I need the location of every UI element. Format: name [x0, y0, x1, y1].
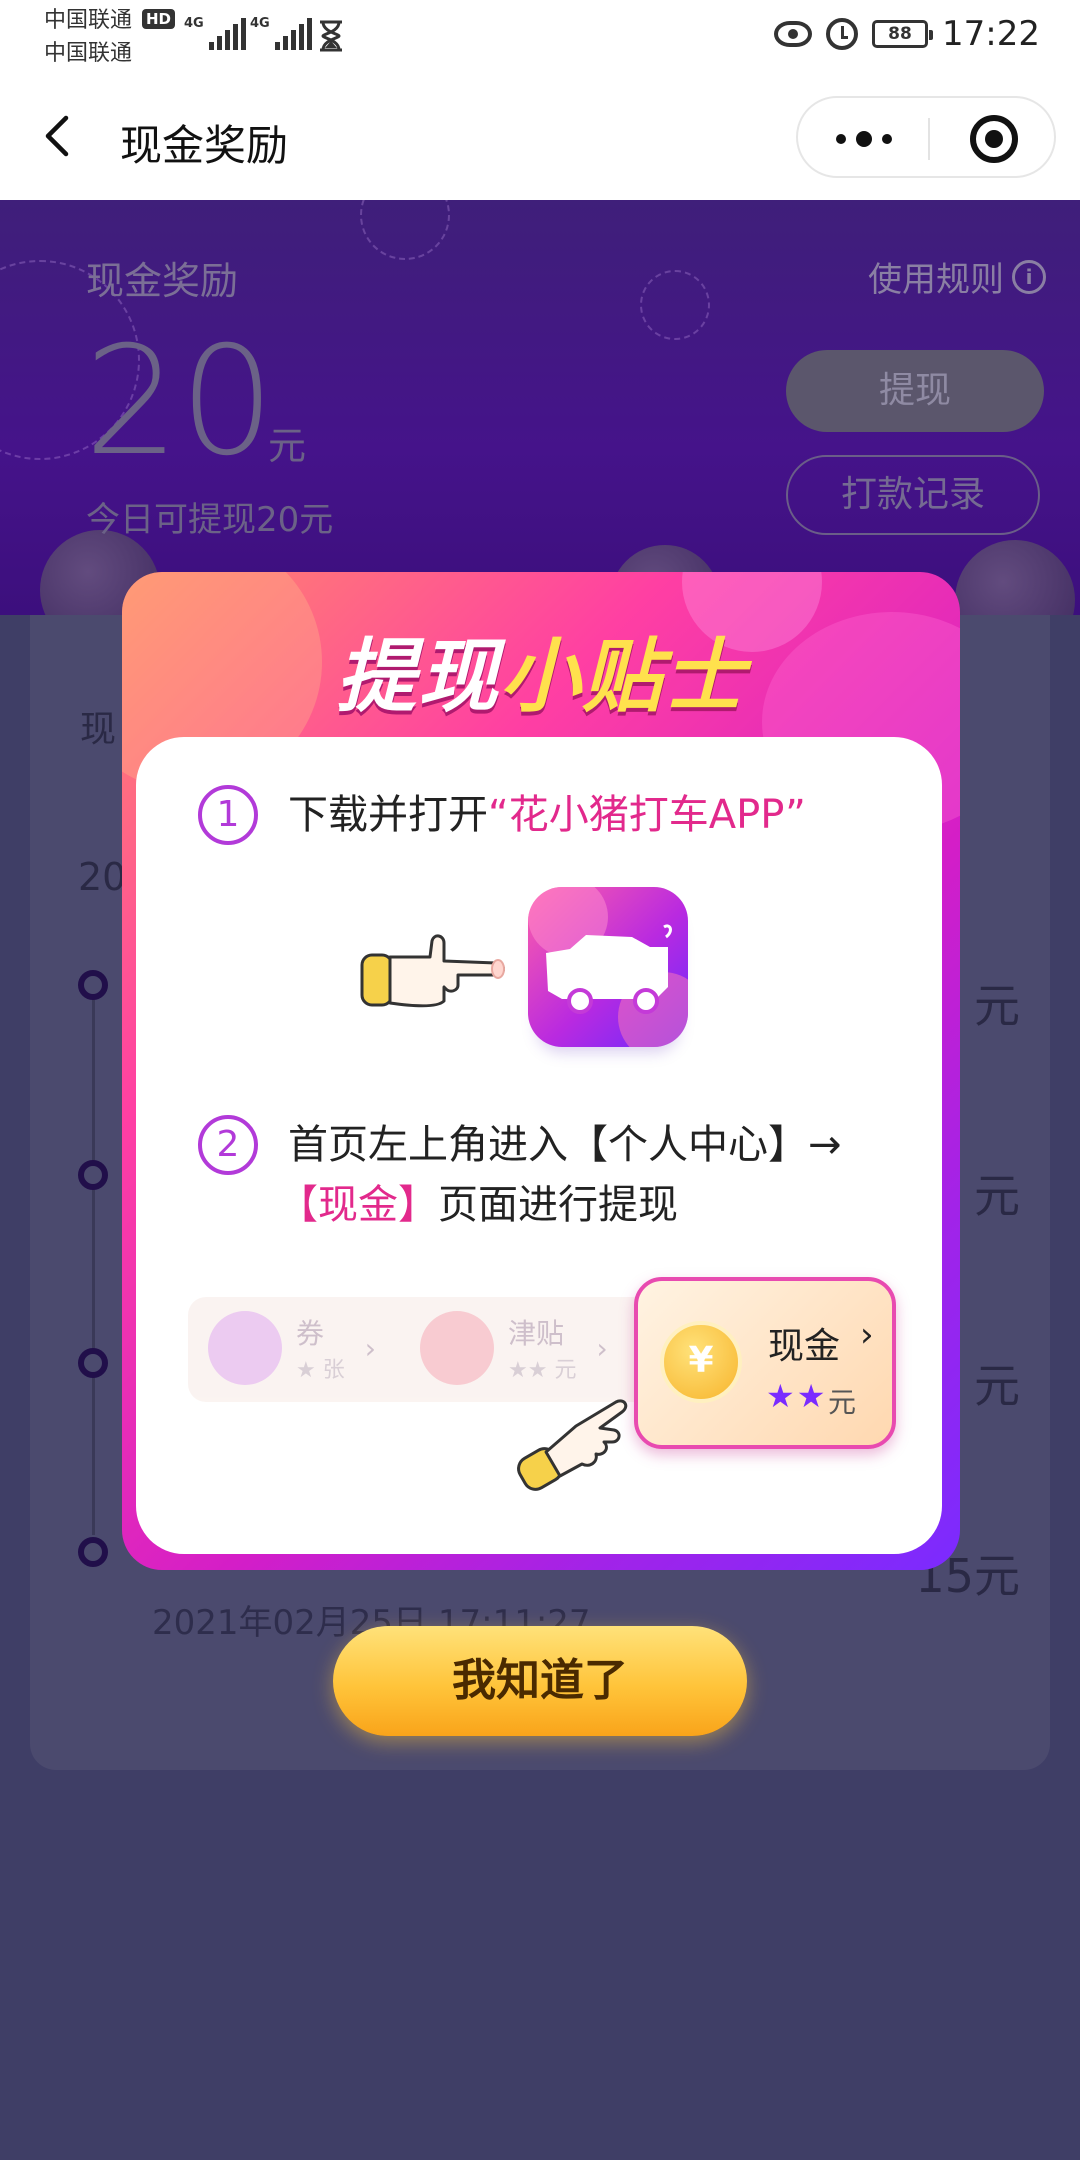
- example-allowance-item: 津贴 ★★ 元 ›: [420, 1311, 608, 1385]
- step2-cash-highlight: 【现金】: [278, 1182, 438, 1228]
- chevron-right-icon: ›: [364, 1331, 376, 1365]
- pointing-hand-icon: [360, 934, 505, 1008]
- info-icon: i: [1012, 259, 1046, 294]
- timeline-dot: [78, 1537, 108, 1567]
- signal-icon: 4G: [184, 16, 246, 50]
- hd-badge: HD: [142, 9, 176, 29]
- step1-label: 下载并打开: [288, 792, 488, 838]
- record-value: 元: [974, 1359, 1020, 1413]
- reward-label: 现金奖励: [86, 259, 239, 303]
- timeline-dot: [78, 970, 108, 1000]
- withdraw-button[interactable]: 提现: [786, 350, 1044, 432]
- cash-card-stars: ★★: [766, 1377, 828, 1415]
- today-withdrawable: 今日可提现20元: [86, 500, 334, 540]
- coupon-icon: [208, 1311, 282, 1385]
- signal-icon: 4G: [250, 16, 312, 50]
- record-value: 元: [974, 979, 1020, 1033]
- example-item-label: 津贴: [508, 1317, 565, 1350]
- step2-line1: 首页左上角进入【个人中心】→: [288, 1122, 842, 1168]
- card-tab: 现: [80, 709, 117, 750]
- modal-title-part1: 提现: [336, 630, 500, 723]
- payment-records-button[interactable]: 打款记录: [786, 455, 1040, 535]
- huaxiaozhu-app-icon: [528, 887, 688, 1047]
- got-it-button[interactable]: 我知道了: [333, 1626, 747, 1736]
- status-bar: 中国联通 中国联通 HD 4G 4G 88 17:22: [0, 0, 1080, 72]
- rules-link-label: 使用规则: [868, 260, 1004, 300]
- rules-link[interactable]: 使用规则 i: [868, 252, 1046, 301]
- timeline-dot: [78, 1160, 108, 1190]
- alarm-icon: [826, 18, 859, 50]
- reward-header: 现金奖励 使用规则 i 20 元 今日可提现20元 提现 打款记录: [0, 200, 1080, 615]
- example-cash-card: ¥ 现金 › ★★ 元: [634, 1277, 896, 1449]
- carrier-label: 中国联通: [44, 41, 133, 66]
- tapping-hand-icon: [517, 1399, 628, 1491]
- miniprogram-capsule: [796, 96, 1056, 178]
- step1-app-name: “花小猪打车APP”: [488, 792, 806, 838]
- carrier-label: 中国联通: [44, 8, 133, 33]
- modal-content: 1 下载并打开“花小猪打车APP” 2 首页左上角进入【个人中心】→ 【现金】页…: [136, 737, 942, 1554]
- capsule-divider: [928, 118, 930, 160]
- chevron-right-icon: ›: [596, 1331, 608, 1365]
- step2-line2: 【现金】页面进行提现: [278, 1175, 928, 1235]
- card-year: 20: [78, 855, 127, 899]
- more-icon[interactable]: [836, 128, 892, 150]
- timeline-line: [92, 975, 95, 1535]
- cash-card-unit: 元: [828, 1386, 857, 1419]
- hourglass-icon: [320, 20, 342, 52]
- page-title: 现金奖励: [120, 121, 289, 170]
- step2-line2-rest: 页面进行提现: [438, 1182, 678, 1228]
- example-item-sub: ★ 张: [296, 1358, 345, 1383]
- eye-comfort-icon: [774, 21, 813, 47]
- withdraw-tips-modal: 提现小贴士 1 下载并打开“花小猪打车APP” 2 首页左上角进入【个人中心】→…: [122, 572, 960, 1570]
- step2-text: 首页左上角进入【个人中心】→ 【现金】页面进行提现: [278, 1115, 928, 1235]
- modal-title: 提现小贴士: [122, 612, 960, 728]
- step-number: 1: [198, 785, 258, 845]
- cash-amount: 20: [84, 315, 275, 489]
- timeline-dot: [78, 1348, 108, 1378]
- record-value: 元: [974, 1169, 1020, 1223]
- yen-coin-icon: ¥: [660, 1321, 742, 1403]
- chevron-right-icon: ›: [860, 1315, 874, 1355]
- step-number: 2: [198, 1115, 258, 1175]
- battery-icon: 88: [872, 20, 934, 48]
- step1-text: 下载并打开“花小猪打车APP”: [288, 785, 806, 845]
- cash-unit: 元: [268, 424, 307, 468]
- cash-card-label: 现金: [768, 1326, 841, 1367]
- close-miniprogram-icon[interactable]: [970, 115, 1018, 163]
- clock: 17:22: [942, 14, 1040, 54]
- example-coupon-item: 券 ★ 张 ›: [208, 1311, 376, 1385]
- back-arrow-icon[interactable]: [40, 114, 74, 158]
- nav-bar: 现金奖励: [0, 72, 1080, 200]
- money-bag-icon: [420, 1311, 494, 1385]
- example-item-label: 券: [296, 1317, 325, 1350]
- modal-title-part2: 小贴士: [500, 630, 746, 723]
- example-item-sub: ★★ 元: [508, 1358, 577, 1383]
